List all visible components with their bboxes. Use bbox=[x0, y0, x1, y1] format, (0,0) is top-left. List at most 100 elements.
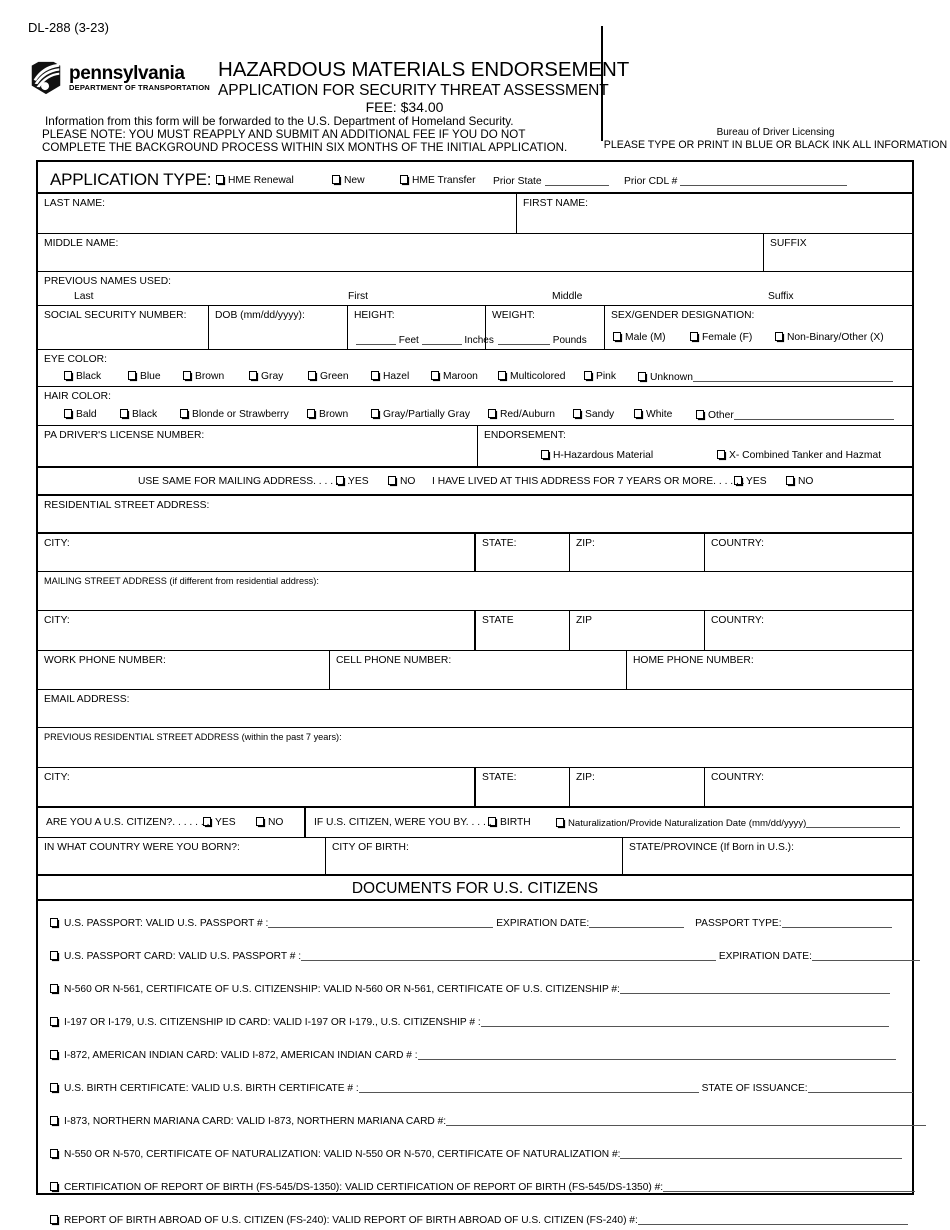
checkbox-icon[interactable] bbox=[584, 371, 592, 380]
checkbox-hair-blonde[interactable]: Blonde or Strawberry bbox=[180, 409, 289, 420]
weight-input-group[interactable]: Pounds bbox=[498, 334, 587, 346]
checkbox-icon[interactable] bbox=[400, 175, 408, 184]
country-born-cell[interactable]: IN WHAT COUNTRY WERE YOU BORN?: bbox=[38, 838, 326, 874]
checkbox-citizen-no[interactable]: NO bbox=[256, 817, 283, 828]
checkbox-icon[interactable] bbox=[775, 332, 783, 341]
checkbox-icon[interactable] bbox=[307, 409, 315, 418]
checkbox-hair-red[interactable]: Red/Auburn bbox=[488, 409, 555, 420]
checkbox-icon[interactable] bbox=[556, 818, 564, 827]
document-row-passport-card[interactable]: U.S. PASSPORT CARD: VALID U.S. PASSPORT … bbox=[38, 942, 920, 975]
residential-state-cell[interactable]: STATE: bbox=[476, 534, 570, 571]
checkbox-hair-other[interactable]: Other bbox=[696, 409, 894, 421]
hair-other-input[interactable] bbox=[733, 409, 894, 420]
passport-card-expiration-input[interactable] bbox=[811, 950, 920, 961]
checkbox-icon[interactable] bbox=[308, 371, 316, 380]
checkbox-icon[interactable] bbox=[249, 371, 257, 380]
checkbox-eye-hazel[interactable]: Hazel bbox=[371, 371, 409, 382]
previous-zip-cell[interactable]: ZIP: bbox=[570, 768, 705, 806]
mailing-zip-cell[interactable]: ZIP bbox=[570, 611, 705, 650]
checkbox-icon[interactable] bbox=[488, 409, 496, 418]
height-inches-input[interactable] bbox=[421, 334, 462, 345]
passport-card-number-input[interactable] bbox=[301, 950, 717, 961]
checkbox-icon[interactable] bbox=[50, 1083, 58, 1092]
birth-certificate-number-input[interactable] bbox=[358, 1082, 699, 1093]
i872-number-input[interactable] bbox=[417, 1049, 896, 1060]
checkbox-hme-renewal[interactable]: HME Renewal bbox=[216, 175, 294, 186]
checkbox-icon[interactable] bbox=[638, 372, 646, 381]
document-row-i872[interactable]: I-872, AMERICAN INDIAN CARD: VALID I-872… bbox=[38, 1041, 912, 1074]
document-row-i873[interactable]: I-873, NORTHERN MARIANA CARD: VALID I-87… bbox=[38, 1107, 927, 1140]
document-row-i197[interactable]: I-197 OR I-179, U.S. CITIZENSHIP ID CARD… bbox=[38, 1008, 912, 1041]
passport-number-input[interactable] bbox=[268, 917, 494, 928]
checkbox-icon[interactable] bbox=[50, 1149, 58, 1158]
fs545-number-input[interactable] bbox=[663, 1181, 916, 1192]
checkbox-icon[interactable] bbox=[431, 371, 439, 380]
mailing-country-cell[interactable]: COUNTRY: bbox=[705, 611, 912, 650]
mailing-state-cell[interactable]: STATE bbox=[476, 611, 570, 650]
checkbox-naturalization[interactable]: Naturalization/Provide Naturalization Da… bbox=[556, 817, 901, 829]
passport-expiration-input[interactable] bbox=[589, 917, 685, 928]
prior-state-field[interactable]: Prior State bbox=[493, 175, 609, 187]
previous-state-cell[interactable]: STATE: bbox=[476, 768, 570, 806]
checkbox-icon[interactable] bbox=[64, 409, 72, 418]
document-row-passport[interactable]: U.S. PASSPORT: VALID U.S. PASSPORT # : E… bbox=[38, 909, 912, 942]
checkbox-endorsement-x[interactable]: X- Combined Tanker and Hazmat bbox=[717, 450, 881, 461]
i873-number-input[interactable] bbox=[446, 1115, 927, 1126]
checkbox-icon[interactable] bbox=[216, 175, 224, 184]
checkbox-eye-brown[interactable]: Brown bbox=[183, 371, 224, 382]
checkbox-eye-green[interactable]: Green bbox=[308, 371, 349, 382]
middle-name-cell[interactable]: MIDDLE NAME: bbox=[38, 234, 764, 271]
previous-country-cell[interactable]: COUNTRY: bbox=[705, 768, 912, 806]
last-name-cell[interactable]: LAST NAME: bbox=[38, 194, 517, 233]
checkbox-eye-pink[interactable]: Pink bbox=[584, 371, 616, 382]
checkbox-hair-sandy[interactable]: Sandy bbox=[573, 409, 614, 420]
checkbox-hair-black[interactable]: Black bbox=[120, 409, 157, 420]
checkbox-icon[interactable] bbox=[50, 918, 58, 927]
checkbox-icon[interactable] bbox=[613, 332, 621, 341]
checkbox-icon[interactable] bbox=[696, 410, 704, 419]
document-row-n550[interactable]: N-550 OR N-570, CERTIFICATE OF NATURALIZ… bbox=[38, 1140, 912, 1173]
checkbox-citizen-yes[interactable]: YES bbox=[203, 817, 236, 828]
previous-residential-street-row[interactable]: PREVIOUS RESIDENTIAL STREET ADDRESS (wit… bbox=[38, 728, 912, 768]
cell-phone-cell[interactable]: CELL PHONE NUMBER: bbox=[330, 651, 627, 689]
checkbox-icon[interactable] bbox=[717, 450, 725, 459]
n550-number-input[interactable] bbox=[620, 1148, 903, 1159]
checkbox-icon[interactable] bbox=[488, 817, 496, 826]
i197-number-input[interactable] bbox=[480, 1016, 889, 1027]
checkbox-icon[interactable] bbox=[64, 371, 72, 380]
passport-type-input[interactable] bbox=[781, 917, 892, 928]
residential-zip-cell[interactable]: ZIP: bbox=[570, 534, 705, 571]
checkbox-eye-maroon[interactable]: Maroon bbox=[431, 371, 478, 382]
n560-number-input[interactable] bbox=[619, 983, 890, 994]
checkbox-icon[interactable] bbox=[50, 1017, 58, 1026]
checkbox-eye-multicolored[interactable]: Multicolored bbox=[498, 371, 566, 382]
checkbox-endorsement-h[interactable]: H-Hazardous Material bbox=[541, 450, 653, 461]
checkbox-icon[interactable] bbox=[541, 450, 549, 459]
checkbox-icon[interactable] bbox=[690, 332, 698, 341]
fs240-number-input[interactable] bbox=[637, 1214, 908, 1225]
checkbox-same-mailing-yes[interactable]: YES bbox=[336, 476, 369, 487]
height-feet-input[interactable] bbox=[356, 334, 396, 345]
suffix-cell[interactable]: SUFFIX bbox=[764, 234, 912, 271]
checkbox-icon[interactable] bbox=[734, 476, 742, 485]
checkbox-icon[interactable] bbox=[371, 371, 379, 380]
checkbox-icon[interactable] bbox=[50, 984, 58, 993]
mailing-city-cell[interactable]: CITY: bbox=[38, 611, 476, 650]
document-row-fs545[interactable]: CERTIFICATION OF REPORT OF BIRTH (FS-545… bbox=[38, 1173, 916, 1206]
checkbox-icon[interactable] bbox=[256, 817, 264, 826]
checkbox-icon[interactable] bbox=[128, 371, 136, 380]
work-phone-cell[interactable]: WORK PHONE NUMBER: bbox=[38, 651, 330, 689]
weight-input[interactable] bbox=[498, 334, 550, 345]
email-row[interactable]: EMAIL ADDRESS: bbox=[38, 690, 912, 728]
checkbox-icon[interactable] bbox=[180, 409, 188, 418]
prior-cdl-field[interactable]: Prior CDL # bbox=[624, 175, 848, 187]
checkbox-eye-gray[interactable]: Gray bbox=[249, 371, 283, 382]
document-row-fs240[interactable]: REPORT OF BIRTH ABROAD OF U.S. CITIZEN (… bbox=[38, 1206, 912, 1230]
height-inputs[interactable]: Feet Inches bbox=[356, 334, 494, 346]
height-cell[interactable]: HEIGHT: Feet Inches bbox=[348, 306, 494, 349]
city-birth-cell[interactable]: CITY OF BIRTH: bbox=[326, 838, 623, 874]
checkbox-icon[interactable] bbox=[786, 476, 794, 485]
checkbox-hair-bald[interactable]: Bald bbox=[64, 409, 97, 420]
checkbox-eye-blue[interactable]: Blue bbox=[128, 371, 161, 382]
eye-unknown-input[interactable] bbox=[692, 371, 893, 382]
